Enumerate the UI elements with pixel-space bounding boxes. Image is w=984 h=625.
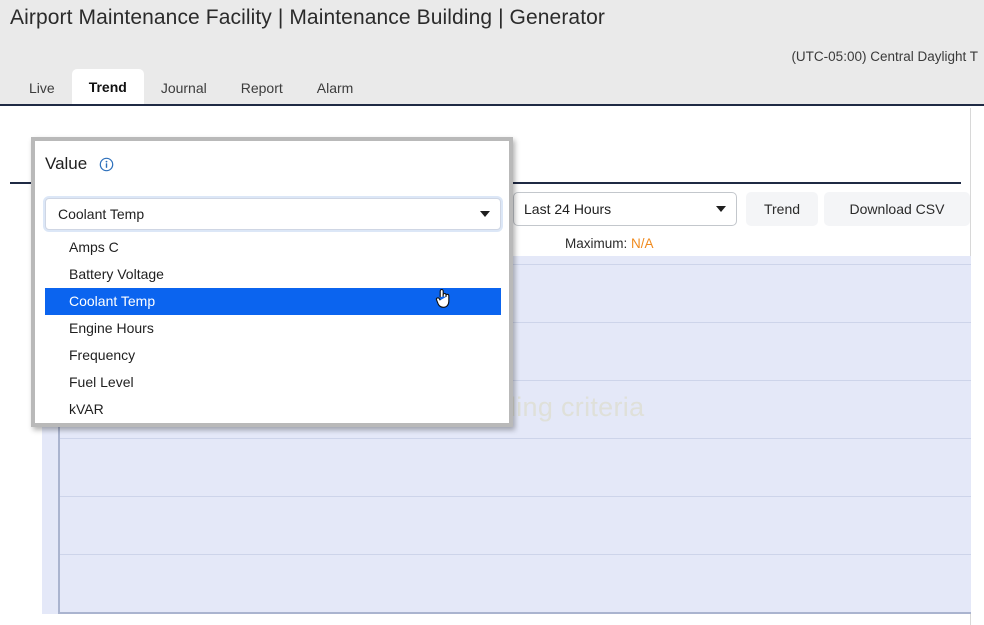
tab-journal[interactable]: Journal (144, 71, 224, 104)
tab-alarm[interactable]: Alarm (300, 71, 371, 104)
tab-report[interactable]: Report (224, 71, 300, 104)
tab-bar: Live Trend Journal Report Alarm (12, 69, 370, 104)
value-label: Value (45, 154, 87, 174)
gridline (58, 496, 971, 497)
option-frequency[interactable]: Frequency (45, 342, 501, 369)
chart-x-axis (58, 612, 971, 614)
value-label-row: Value (45, 149, 114, 179)
option-kvar[interactable]: kVAR (45, 396, 501, 423)
page-title: Airport Maintenance Facility | Maintenan… (10, 6, 605, 30)
gridline (58, 554, 971, 555)
gridline (58, 438, 971, 439)
option-engine-hours[interactable]: Engine Hours (45, 315, 501, 342)
stat-maximum: Maximum: N/A (565, 236, 654, 251)
option-fuel-level[interactable]: Fuel Level (45, 369, 501, 396)
option-battery-voltage[interactable]: Battery Voltage (45, 261, 501, 288)
timezone-label: (UTC-05:00) Central Daylight T (791, 49, 978, 64)
time-range-select[interactable]: Last 24 Hours (513, 192, 737, 226)
option-amps-c[interactable]: Amps C (45, 234, 501, 261)
tab-trend[interactable]: Trend (72, 69, 144, 104)
chevron-down-icon (480, 211, 490, 217)
value-select-popup-inner: Value Coolant Temp Amps C Battery Voltag… (35, 141, 509, 423)
tab-live[interactable]: Live (12, 71, 72, 104)
value-select-value: Coolant Temp (58, 206, 144, 222)
stat-maximum-label: Maximum: (565, 236, 627, 251)
option-coolant-temp[interactable]: Coolant Temp (45, 288, 501, 315)
chevron-down-icon (716, 206, 726, 212)
value-select-popup: Value Coolant Temp Amps C Battery Voltag… (31, 137, 513, 427)
page-header: Airport Maintenance Facility | Maintenan… (0, 0, 984, 106)
value-select[interactable]: Coolant Temp (45, 198, 501, 230)
trend-page: Airport Maintenance Facility | Maintenan… (0, 0, 984, 625)
trend-button[interactable]: Trend (746, 192, 818, 226)
download-csv-button[interactable]: Download CSV (824, 192, 970, 226)
time-range-value: Last 24 Hours (524, 201, 611, 217)
info-circle-icon[interactable] (99, 157, 114, 172)
stat-maximum-value: N/A (631, 236, 654, 251)
value-select-option-list: Amps C Battery Voltage Coolant Temp Engi… (45, 234, 501, 423)
